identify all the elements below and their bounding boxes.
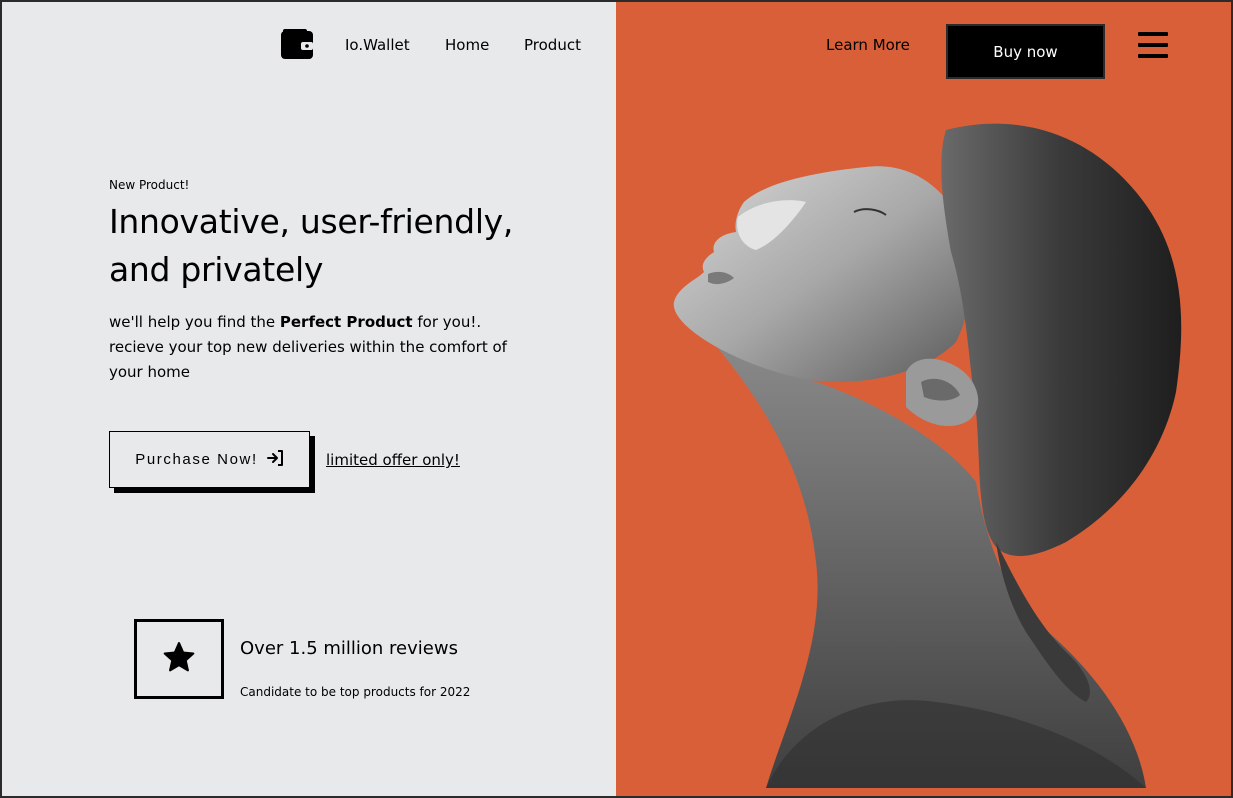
nav-home-link[interactable]: Home: [445, 36, 489, 54]
buy-now-button[interactable]: Buy now: [946, 24, 1105, 79]
hero-description: we'll help you find the Perfect Product …: [109, 310, 519, 385]
star-icon: [162, 641, 196, 677]
hamburger-menu-icon[interactable]: [1138, 32, 1168, 58]
limited-offer-link[interactable]: limited offer only!: [326, 451, 460, 469]
left-panel: [2, 2, 616, 796]
nav-product-link[interactable]: Product: [524, 36, 581, 54]
reviews-title: Over 1.5 million reviews: [240, 638, 458, 659]
right-panel: [616, 2, 1231, 796]
landing-page: Io.Wallet Home Product Learn More Buy no…: [0, 0, 1233, 798]
hero-headline: Innovative, user-friendly, and privately: [109, 202, 514, 289]
wallet-icon[interactable]: [281, 29, 313, 59]
purchase-now-label: Purchase Now!: [135, 451, 258, 468]
hero-description-part1: we'll help you find the: [109, 313, 280, 331]
purchase-now-button[interactable]: Purchase Now!: [109, 431, 310, 488]
learn-more-link[interactable]: Learn More: [826, 36, 910, 54]
hero-description-bold: Perfect Product: [279, 313, 413, 331]
hero-eyebrow: New Product!: [109, 178, 190, 192]
reviews-badge: [134, 619, 224, 699]
nav-brand-link[interactable]: Io.Wallet: [345, 36, 410, 54]
sign-in-arrow-icon: [266, 449, 284, 470]
reviews-subtitle: Candidate to be top products for 2022: [240, 685, 471, 699]
woman-profile-illustration: [673, 123, 1182, 788]
purchase-button-wrapper: Purchase Now!: [109, 431, 315, 493]
